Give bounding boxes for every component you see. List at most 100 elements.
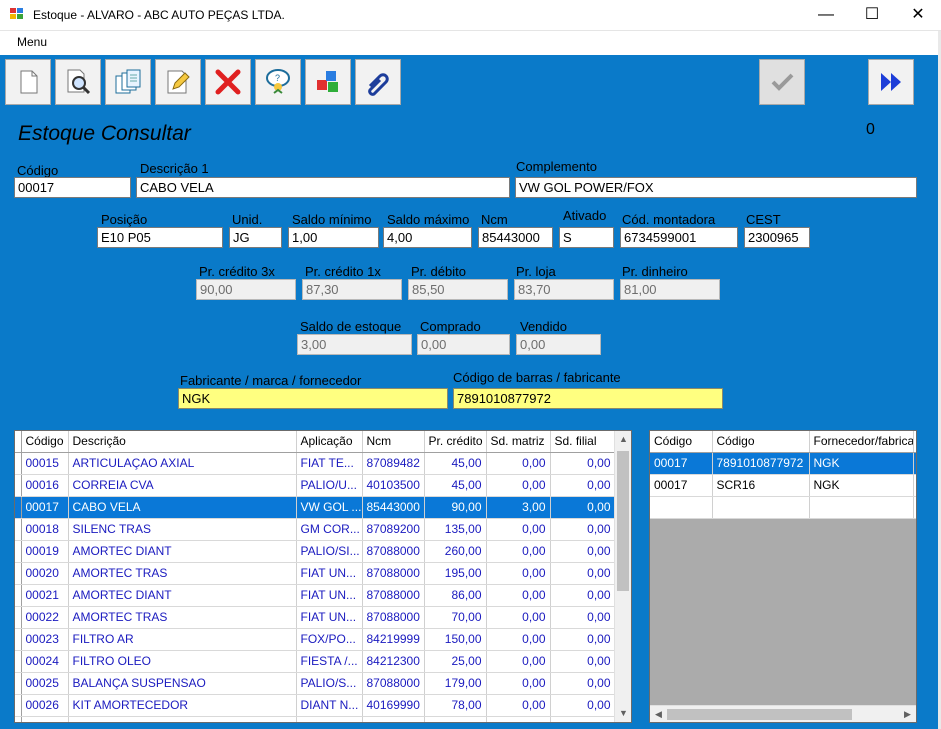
confirm-button[interactable] <box>759 59 805 105</box>
cell-descricao[interactable]: FILTRO OLEO <box>68 650 297 673</box>
col-header-descricao[interactable]: Descrição <box>68 431 297 453</box>
codigo-barras-field[interactable]: 7891010877972 <box>453 388 723 409</box>
scroll-right-icon[interactable]: ▶ <box>899 706 916 722</box>
cest-field[interactable]: 2300965 <box>744 227 810 248</box>
stock-grid[interactable]: Código Descrição Aplicação Ncm Pr. crédi… <box>14 430 632 723</box>
table-row[interactable]: 00025 BALANÇA SUSPENSAO PALIO/S... 87088000… <box>15 672 616 695</box>
cell-pr-credito[interactable]: 45,00 <box>424 452 487 475</box>
col-header-sd-filial[interactable]: Sd. filial <box>550 431 616 453</box>
cell-aplicacao[interactable]: FIESTA /... <box>296 650 363 673</box>
scroll-up-icon[interactable]: ▲ <box>615 431 631 448</box>
cell-ncm[interactable]: 87088000 <box>362 606 425 629</box>
cell-ncm[interactable]: 87089200 <box>362 518 425 541</box>
cell-sd-filial[interactable]: 0,00 <box>550 474 616 497</box>
cell-sd-matriz[interactable]: 0,00 <box>486 584 551 607</box>
cell-sd-filial[interactable]: 0,00 <box>550 628 616 651</box>
col-header-ncm[interactable]: Ncm <box>362 431 425 453</box>
saldo-maximo-field[interactable]: 4,00 <box>383 227 472 248</box>
next-button[interactable] <box>868 59 914 105</box>
posicao-field[interactable]: E10 P05 <box>97 227 223 248</box>
cell-aplicacao[interactable]: PALIO/S... <box>296 672 363 695</box>
cell-codigo-barras[interactable]: SCR16 <box>712 474 810 497</box>
ncm-field[interactable]: 85443000 <box>478 227 553 248</box>
barcode-grid[interactable]: Código Código Fornecedor/fabrica 00017 78… <box>649 430 917 723</box>
stock-vertical-scrollbar[interactable]: ▲ ▼ <box>614 431 631 722</box>
cell-aplicacao[interactable]: FIAT UN... <box>296 584 363 607</box>
descricao1-field[interactable]: CABO VELA <box>136 177 510 198</box>
cell-sd-filial[interactable]: 0,00 <box>550 518 616 541</box>
cell-pr-credito[interactable]: 78,00 <box>424 694 487 717</box>
cell-ncm[interactable]: 87089482 <box>362 452 425 475</box>
cell-sd-filial[interactable]: 0,00 <box>550 540 616 563</box>
cell-pr-credito[interactable]: 150,00 <box>424 628 487 651</box>
col-header-codigo[interactable]: Código <box>21 431 69 453</box>
cell-codigo[interactable]: 00026 <box>21 694 69 717</box>
unid-field[interactable]: JG <box>229 227 282 248</box>
cell-codigo[interactable]: 00017 <box>650 474 713 497</box>
table-row[interactable]: 00017 7891010877972 NGK <box>650 452 916 475</box>
codigo-field[interactable]: 00017 <box>14 177 131 198</box>
empty-cell[interactable] <box>712 496 810 519</box>
cell-descricao[interactable]: ARTICULAÇAO AXIAL <box>68 452 297 475</box>
col-header-fornecedor[interactable]: Fornecedor/fabrica <box>809 431 914 453</box>
cell-sd-matriz[interactable]: 3,00 <box>486 496 551 519</box>
empty-cell[interactable] <box>809 496 914 519</box>
cell-sd-matriz[interactable]: 0,00 <box>486 452 551 475</box>
table-row[interactable]: 00023 FILTRO AR FOX/PO... 84219999 150,00 0,0… <box>15 628 616 651</box>
cell-aplicacao[interactable]: GM COR... <box>296 518 363 541</box>
cell-aplicacao[interactable]: FIAT UN... <box>296 562 363 585</box>
cell-ncm[interactable]: 84212300 <box>362 650 425 673</box>
table-row[interactable]: 00019 AMORTEC DIANT PALIO/SI... 87088000 260… <box>15 540 616 563</box>
cell-ncm[interactable]: 87088000 <box>362 540 425 563</box>
cell-sd-matriz[interactable]: 0,00 <box>486 540 551 563</box>
cell-ncm[interactable]: 87088000 <box>362 672 425 695</box>
cell-ncm[interactable]: 40169990 <box>362 694 425 717</box>
maximize-button[interactable]: ☐ <box>849 0 895 30</box>
cell-descricao[interactable]: BALANÇA SUSPENSAO <box>68 672 297 695</box>
cell-sd-matriz[interactable]: 0,00 <box>486 606 551 629</box>
cell-descricao[interactable]: AMORTEC TRAS <box>68 606 297 629</box>
scrollbar-thumb[interactable] <box>667 709 852 720</box>
cell-aplicacao[interactable]: FOX/PO... <box>296 628 363 651</box>
table-row[interactable]: 00017 SCR16 NGK <box>650 474 916 497</box>
cell-pr-credito[interactable]: 25,00 <box>424 650 487 673</box>
cell-pr-credito[interactable]: 90,00 <box>424 496 487 519</box>
cell-codigo[interactable]: 00018 <box>21 518 69 541</box>
scroll-down-icon[interactable]: ▼ <box>615 705 631 722</box>
cell-sd-matriz[interactable]: 0,00 <box>486 474 551 497</box>
cell-ncm[interactable]: 85443000 <box>362 496 425 519</box>
cell-codigo[interactable]: 00015 <box>21 452 69 475</box>
cell-sd-filial[interactable]: 0,00 <box>550 672 616 695</box>
cell-pr-credito[interactable]: 260,00 <box>424 540 487 563</box>
cell-pr-credito[interactable]: 135,00 <box>424 518 487 541</box>
cubes-button[interactable] <box>305 59 351 105</box>
cell-aplicacao[interactable]: FIAT TE... <box>296 452 363 475</box>
table-row[interactable]: 00022 AMORTEC TRAS FIAT UN... 87088000 70,00… <box>15 606 616 629</box>
cod-montadora-field[interactable]: 6734599001 <box>620 227 738 248</box>
cell-pr-credito[interactable]: 195,00 <box>424 562 487 585</box>
cell-ncm[interactable]: 84219999 <box>362 628 425 651</box>
table-row[interactable]: 00018 SILENC TRAS GM COR... 87089200 135,00 0… <box>15 518 616 541</box>
cell-pr-credito[interactable]: 86,00 <box>424 584 487 607</box>
cell-fornecedor[interactable]: NGK <box>809 452 914 475</box>
cell-sd-matriz[interactable]: 0,00 <box>486 650 551 673</box>
cell-aplicacao[interactable]: DIANT N... <box>296 694 363 717</box>
cell-sd-matriz[interactable]: 0,00 <box>486 562 551 585</box>
barcode-horizontal-scrollbar[interactable]: ◀ ▶ <box>650 705 916 722</box>
cell-sd-filial[interactable]: 0,00 <box>550 650 616 673</box>
scroll-left-icon[interactable]: ◀ <box>650 706 667 722</box>
cell-sd-matriz[interactable]: 0,00 <box>486 518 551 541</box>
table-row[interactable]: 00015 ARTICULAÇAO AXIAL FIAT TE... 87089482… <box>15 452 616 475</box>
fabricante-field[interactable]: NGK <box>178 388 448 409</box>
cell-codigo[interactable]: 00022 <box>21 606 69 629</box>
cell-sd-matriz[interactable]: 0,00 <box>486 694 551 717</box>
attach-button[interactable] <box>355 59 401 105</box>
scrollbar-thumb[interactable] <box>617 451 629 591</box>
cell-sd-filial[interactable]: 0,00 <box>550 694 616 717</box>
help-button[interactable]: ? <box>255 59 301 105</box>
cell-sd-matriz[interactable]: 0,00 <box>486 628 551 651</box>
cell-codigo-barras[interactable]: 7891010877972 <box>712 452 810 475</box>
empty-cell[interactable] <box>913 496 916 519</box>
minimize-button[interactable]: — <box>803 0 849 30</box>
ativado-field[interactable]: S <box>559 227 614 248</box>
